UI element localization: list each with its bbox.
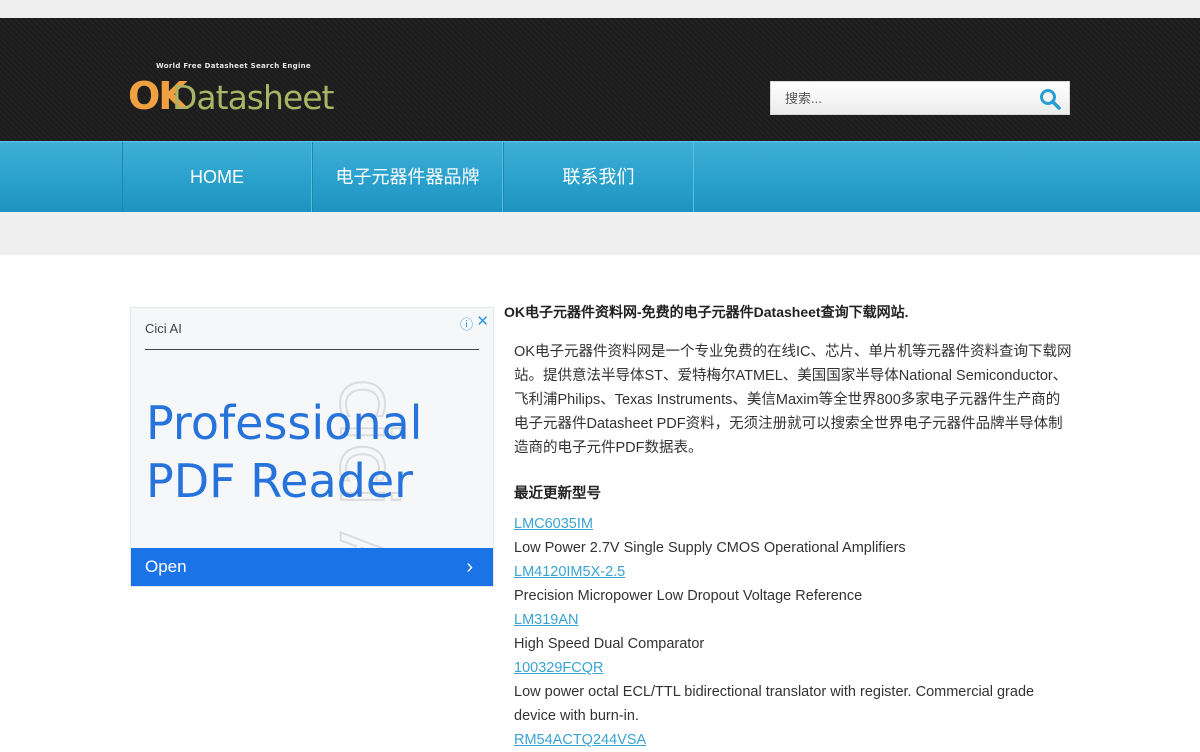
ad-close-icon[interactable]: ✕ [476,312,489,330]
search-input[interactable] [771,82,1031,114]
part-description: High Speed Dual Comparator [514,636,705,652]
ad-headline-line1: Professional [146,396,423,450]
intro-paragraph: OK电子元器件资料网是一个专业免费的在线IC、芯片、单片机等元器件资料查询下载网… [514,344,1072,456]
site-logo[interactable]: World Free Datasheet Search Engine OK Da… [128,62,338,126]
ad-headline: Professional PDF Reader [146,394,422,510]
ad-banner[interactable]: Cici AI ⓘ ✕ cici AI Professional PDF Rea… [130,307,494,587]
search-box [770,81,1070,115]
main-content: OK电子元器件资料网-免费的电子元器件Datasheet查询下载网站. OK电子… [504,302,1074,752]
part-link[interactable]: RM54ACTQ244VSA [514,728,1074,752]
nav-item-contact[interactable]: 联系我们 [503,142,694,212]
nav-item-home[interactable]: HOME [122,142,312,212]
part-link[interactable]: 100329FCQR [514,656,1074,680]
recent-heading: 最近更新型号 [514,486,601,502]
part-description: Low power octal ECL/TTL bidirectional tr… [514,684,1035,724]
sub-nav-bar [0,212,1200,255]
main-nav: HOME 电子元器件器品牌 联系我们 [0,141,1200,212]
ad-open-button[interactable]: Open › [131,548,493,586]
recent-parts-list: LMC6035IM Low Power 2.7V Single Supply C… [514,512,1074,752]
logo-datasheet-text: Datasheet [172,78,334,117]
ad-brand: Cici AI [145,321,182,336]
part-description: Low Power 2.7V Single Supply CMOS Operat… [514,540,906,556]
part-link[interactable]: LM4120IM5X-2.5 [514,560,1074,584]
logo-tagline: World Free Datasheet Search Engine [156,62,311,70]
page-title: OK电子元器件资料网-免费的电子元器件Datasheet查询下载网站. [504,304,909,320]
part-link[interactable]: LMC6035IM [514,512,1074,536]
chevron-right-icon: › [466,556,473,578]
site-header: World Free Datasheet Search Engine OK Da… [0,18,1200,141]
search-icon[interactable] [1039,88,1061,110]
part-link[interactable]: LM319AN [514,608,1074,632]
top-strip [0,0,1200,18]
ad-info-icon[interactable]: ⓘ [460,314,473,333]
nav-item-brands[interactable]: 电子元器件器品牌 [312,142,503,212]
ad-open-label: Open [145,557,187,576]
part-description: Precision Micropower Low Dropout Voltage… [514,588,863,604]
ad-headline-line2: PDF Reader [146,454,414,508]
